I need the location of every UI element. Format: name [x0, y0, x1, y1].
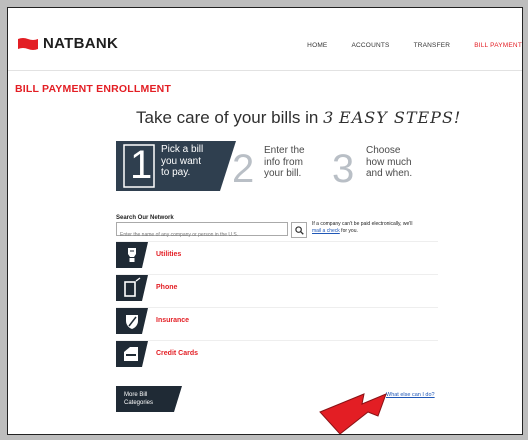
utilities-icon — [116, 242, 148, 268]
step-2-text: Enter the info from your bill. — [264, 145, 305, 179]
app-frame: NATBANK HOME ACCOUNTS TRANSFER BILL PAYM… — [7, 7, 523, 435]
category-credit-cards[interactable]: Credit Cards — [116, 340, 438, 367]
search-icon — [294, 225, 304, 235]
search-button[interactable] — [291, 222, 307, 238]
header-divider — [8, 70, 522, 71]
step-3-text: Choose how much and when. — [366, 145, 413, 179]
headline: Take care of your bills in 3 EASY STEPS! — [136, 108, 461, 128]
step-1-number: 1 — [130, 143, 153, 187]
category-insurance[interactable]: Insurance — [116, 307, 438, 334]
steps: 1 Pick a bill you want to pay. 2 Enter t… — [116, 141, 446, 193]
pointer-arrow-icon — [319, 393, 387, 434]
headline-emphasis: EASY STEPS! — [339, 108, 462, 127]
search-field — [116, 222, 288, 241]
category-utilities[interactable]: Utilities — [116, 241, 438, 268]
page-title: BILL PAYMENT ENROLLMENT — [15, 83, 172, 95]
mail-check-link[interactable]: mail a check — [312, 228, 340, 234]
category-label: Credit Cards — [156, 350, 199, 357]
more-categories-label: More Bill Categories — [124, 392, 154, 406]
step-1-text: Pick a bill you want to pay. — [161, 144, 204, 178]
nav-home[interactable]: HOME — [307, 42, 327, 49]
nav-transfer[interactable]: TRANSFER — [414, 42, 451, 49]
brand-name: NATBANK — [43, 35, 119, 52]
step-2-number: 2 — [232, 147, 255, 191]
headline-text: Take care of your bills in — [136, 108, 324, 127]
step-1: 1 Pick a bill you want to pay. — [116, 141, 236, 191]
brand-logo[interactable]: NATBANK — [18, 35, 118, 52]
nav-accounts[interactable]: ACCOUNTS — [351, 42, 389, 49]
phone-icon — [116, 275, 148, 301]
main-nav: HOME ACCOUNTS TRANSFER BILL PAYMENT — [283, 42, 522, 49]
search-input[interactable] — [117, 229, 287, 241]
category-label: Utilities — [156, 251, 182, 258]
header: NATBANK HOME ACCOUNTS TRANSFER BILL PAYM… — [8, 8, 522, 68]
mail-check-note: If a company can't be paid electronicall… — [312, 221, 413, 234]
headline-number: 3 — [323, 108, 335, 127]
category-label: Phone — [156, 284, 178, 291]
insurance-icon — [116, 308, 148, 334]
step-3-number: 3 — [332, 147, 355, 191]
what-else-link[interactable]: What else can I do? — [386, 392, 435, 398]
more-categories-button[interactable]: More Bill Categories — [116, 386, 182, 412]
flag-icon — [18, 37, 38, 50]
category-phone[interactable]: Phone — [116, 274, 438, 301]
category-label: Insurance — [156, 317, 190, 324]
nav-bill-payment[interactable]: BILL PAYMENT — [474, 42, 522, 49]
search-label: Search Our Network — [116, 215, 174, 221]
credit-card-icon — [116, 341, 148, 367]
